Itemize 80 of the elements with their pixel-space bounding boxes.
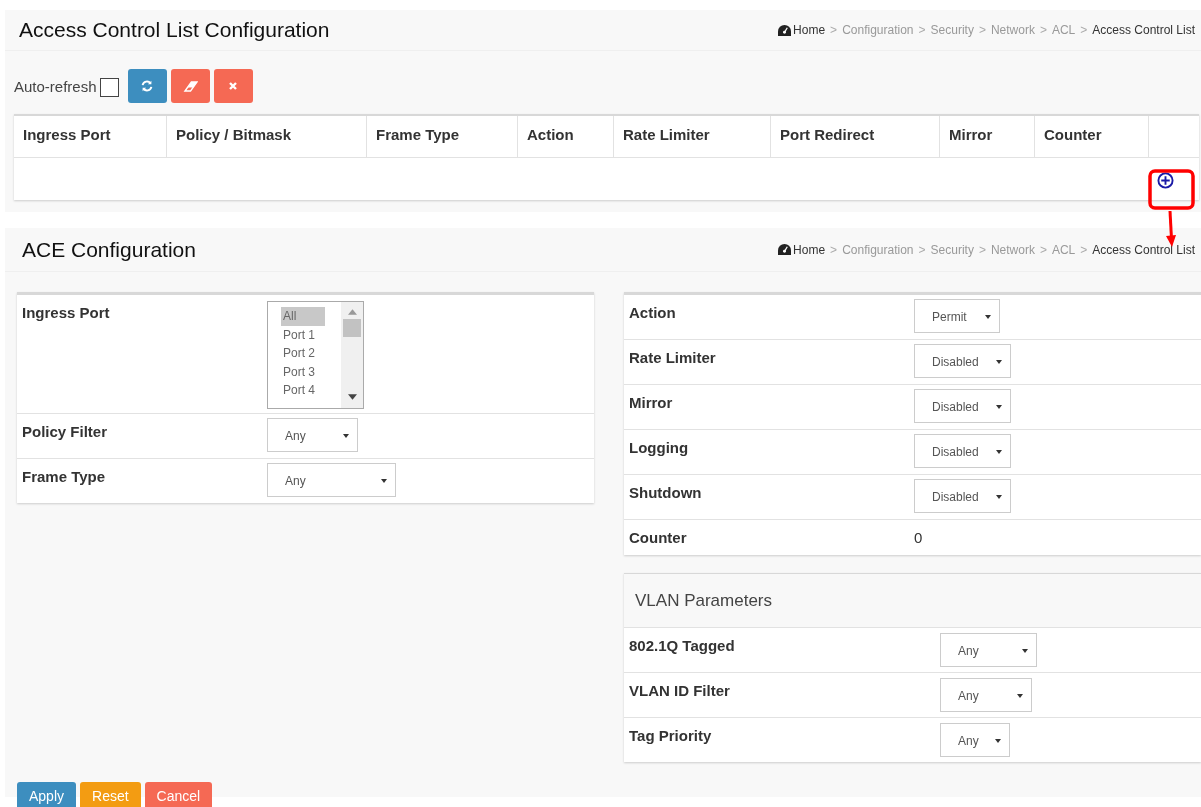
auto-refresh-checkbox[interactable]: [99, 77, 119, 97]
caret-icon: [996, 450, 1002, 454]
breadcrumb-separator: >: [918, 23, 926, 37]
breadcrumb-link[interactable]: Access Control List: [1092, 242, 1195, 257]
breadcrumb-separator: >: [1080, 23, 1088, 37]
dropdown[interactable]: Any: [940, 723, 1010, 757]
breadcrumb-link[interactable]: Access Control List: [1092, 23, 1195, 37]
dashboard-icon: [777, 243, 793, 256]
caret-icon: [996, 405, 1002, 409]
breadcrumb-separator: >: [1080, 242, 1088, 257]
dropdown[interactable]: Disabled: [914, 479, 1011, 513]
caret-icon: [1022, 649, 1028, 653]
dropdown[interactable]: Any: [267, 463, 396, 497]
list-option[interactable]: All: [281, 307, 325, 326]
scrollbar-thumb[interactable]: [343, 319, 361, 337]
dropdown[interactable]: Disabled: [914, 389, 1011, 423]
breadcrumb-link[interactable]: Home: [793, 23, 826, 37]
column-header: Action: [518, 116, 614, 157]
apply-button[interactable]: Apply: [17, 782, 77, 807]
field-label: Logging: [628, 438, 690, 458]
add-icon[interactable]: [1157, 172, 1174, 189]
caret-icon: [996, 495, 1002, 499]
dropdown[interactable]: Permit: [914, 299, 1000, 333]
list-option[interactable]: Port 3: [281, 362, 325, 381]
column-header: Policy / Bitmask: [167, 116, 367, 157]
list-option[interactable]: Port 4: [281, 381, 325, 400]
field-label: Shutdown: [628, 483, 703, 503]
column-header: Port Redirect: [771, 116, 940, 157]
breadcrumb-link[interactable]: Home: [793, 242, 826, 257]
field-label: Tag Priority: [628, 726, 713, 746]
list-option[interactable]: Port 1: [281, 325, 325, 344]
dropdown[interactable]: Any: [267, 418, 358, 452]
breadcrumb-separator: >: [1039, 242, 1047, 257]
field-value: 0: [914, 528, 923, 546]
breadcrumb-separator: >: [830, 242, 838, 257]
scroll-down-icon[interactable]: [347, 394, 357, 400]
eraser-icon: [182, 80, 198, 92]
caret-icon: [343, 434, 349, 438]
dropdown[interactable]: Disabled: [914, 434, 1011, 468]
close-icon: [228, 81, 239, 91]
dropdown[interactable]: Any: [940, 678, 1032, 712]
breadcrumb-separator: >: [918, 242, 926, 257]
caret-icon: [995, 739, 1001, 743]
breadcrumb-separator: >: [830, 23, 838, 37]
caret-icon: [1017, 694, 1023, 698]
delete-button[interactable]: [213, 69, 253, 103]
field-label: Ingress Port: [21, 303, 111, 323]
field-label: Action: [628, 303, 677, 323]
column-header: Mirror: [940, 116, 1035, 157]
page-title: Access Control List Configuration: [19, 18, 330, 42]
refresh-button[interactable]: [127, 69, 167, 103]
column-header: Frame Type: [367, 116, 518, 157]
eraser-button[interactable]: [170, 69, 210, 103]
section-title: ACE Configuration: [22, 237, 196, 262]
column-header: Ingress Port: [14, 116, 167, 157]
refresh-icon: [140, 79, 155, 93]
breadcrumb-separator: >: [1039, 23, 1047, 37]
field-label: Counter: [628, 528, 688, 548]
field-label: Mirror: [628, 393, 674, 413]
column-header: Rate Limiter: [614, 116, 771, 157]
dropdown[interactable]: Any: [940, 633, 1037, 667]
column-header: Counter: [1035, 116, 1149, 157]
field-label: 802.1Q Tagged: [628, 636, 736, 656]
dashboard-icon: [777, 23, 793, 37]
auto-refresh-label: Auto-refresh: [14, 77, 97, 95]
table-title: VLAN Parameters: [635, 590, 772, 611]
port-listbox[interactable]: All Port 1 Port 2 Port 3 Port 4: [267, 301, 364, 409]
dropdown[interactable]: Disabled: [914, 344, 1011, 378]
breadcrumb-separator: >: [978, 23, 986, 37]
field-label: VLAN ID Filter: [628, 681, 731, 701]
field-label: Rate Limiter: [628, 348, 717, 368]
scrollbar[interactable]: [341, 302, 363, 408]
caret-icon: [381, 479, 387, 483]
field-label: Frame Type: [21, 467, 107, 487]
caret-icon: [996, 360, 1002, 364]
field-label: Policy Filter: [21, 422, 109, 442]
caret-icon: [985, 315, 991, 319]
scroll-up-icon[interactable]: [347, 309, 357, 315]
breadcrumb-separator: >: [978, 242, 986, 257]
list-option[interactable]: Port 2: [281, 344, 325, 363]
